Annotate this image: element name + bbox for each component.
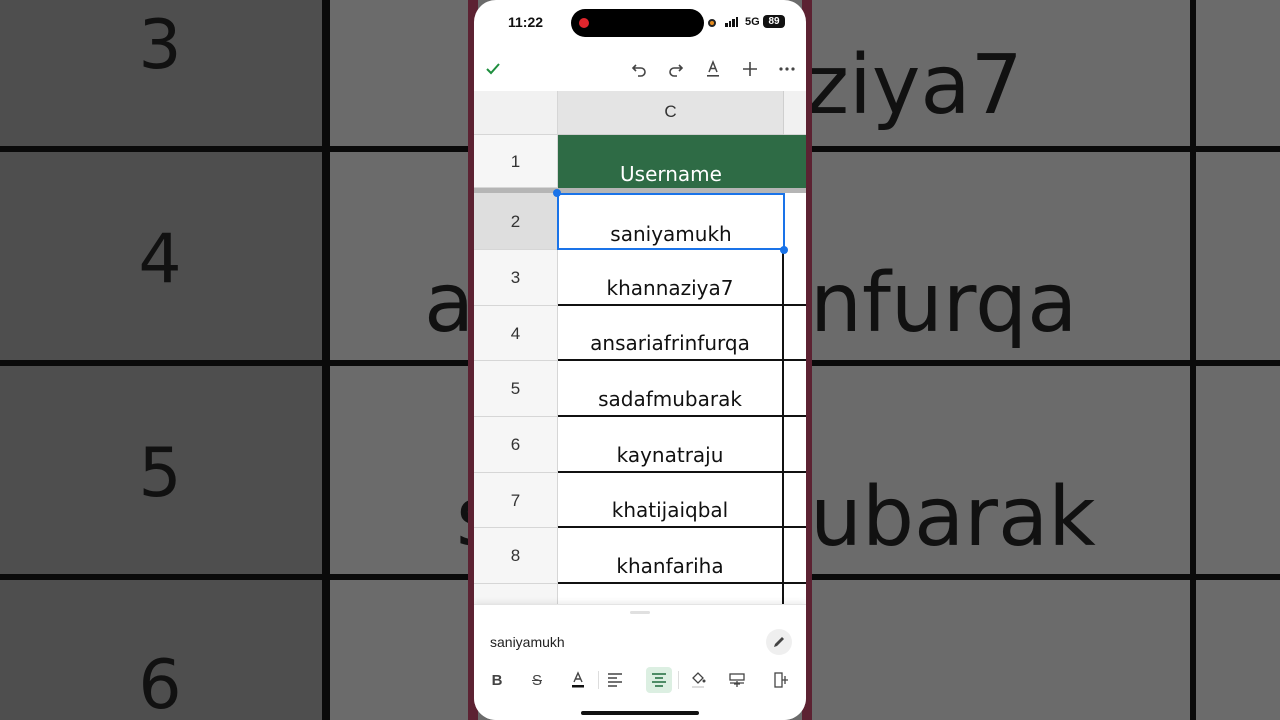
phone-screen: 11:22 5G 89 C 1 Username 2 saniyamukh 3 … (474, 0, 806, 720)
selection-handle[interactable] (780, 246, 788, 254)
column-header-c[interactable]: C (558, 91, 784, 135)
add-icon[interactable] (737, 56, 763, 82)
selected-cell-outline (557, 193, 785, 250)
table-cell[interactable]: sadafmubarak (558, 361, 784, 417)
row-header-5[interactable]: 5 (474, 361, 558, 417)
text-format-icon[interactable] (700, 56, 726, 82)
table-cell-next[interactable] (784, 417, 806, 473)
bg-row-number: 3 (138, 6, 182, 85)
bg-text-fragment: a (424, 256, 475, 351)
format-divider (678, 671, 679, 689)
format-toolbar: B S (474, 667, 806, 695)
insert-row-icon[interactable] (724, 667, 750, 693)
table-cell[interactable]: khatijaiqbal (558, 473, 784, 528)
fill-color-icon[interactable] (685, 667, 711, 693)
row-header-6[interactable]: 6 (474, 417, 558, 473)
table-cell[interactable]: ansariafrinfurqa (558, 306, 784, 361)
row-header-1[interactable]: 1 (474, 135, 558, 188)
format-divider (598, 671, 599, 689)
cell-value: khatijaiqbal (611, 498, 729, 522)
table-cell-next[interactable] (784, 473, 806, 528)
bg-row-number: 4 (138, 220, 182, 299)
table-cell[interactable] (558, 584, 784, 605)
strikethrough-icon[interactable]: S (524, 667, 550, 693)
bg-row-number: 5 (138, 434, 182, 513)
bold-icon[interactable]: B (484, 667, 510, 693)
table-cell-next[interactable] (784, 193, 806, 250)
header-cell-username[interactable]: Username (558, 135, 806, 188)
cell-value: ansariafrinfurqa (590, 331, 750, 355)
more-options-icon[interactable] (774, 56, 800, 82)
home-indicator[interactable] (581, 711, 699, 715)
select-all-corner[interactable] (474, 91, 558, 135)
cell-value: kaynatraju (616, 443, 724, 467)
signal-icon (725, 17, 738, 27)
column-header-next[interactable] (784, 91, 806, 135)
table-cell[interactable]: kaynatraju (558, 417, 784, 473)
bg-text-fragment: ziya7 (806, 38, 1023, 133)
camera-indicator-icon (708, 19, 716, 27)
edit-pencil-icon[interactable] (766, 629, 792, 655)
table-cell[interactable]: khanfariha (558, 528, 784, 584)
dynamic-island (571, 9, 704, 37)
redo-icon[interactable] (663, 56, 689, 82)
table-cell-next[interactable] (784, 250, 806, 306)
bg-text-fragment: nfurqa (810, 256, 1078, 351)
status-bar: 11:22 5G 89 (474, 0, 806, 46)
row-header-9[interactable] (474, 584, 558, 605)
insert-column-icon[interactable] (768, 667, 794, 693)
bg-text-fragment: ubarak (810, 470, 1096, 565)
sheet-grabber[interactable] (630, 611, 650, 614)
table-cell[interactable]: khannaziya7 (558, 250, 784, 306)
row-header-8[interactable]: 8 (474, 528, 558, 584)
text-color-icon[interactable] (565, 667, 591, 693)
done-check-icon[interactable] (480, 56, 506, 82)
cell-editor-sheet: saniyamukh B S (474, 604, 806, 720)
table-cell-next[interactable] (784, 528, 806, 584)
status-time: 11:22 (508, 14, 544, 30)
network-label: 5G (745, 16, 760, 28)
formula-value[interactable]: saniyamukh (490, 634, 565, 650)
undo-icon[interactable] (626, 56, 652, 82)
cell-value: sadafmubarak (598, 387, 742, 411)
bg-row-number: 6 (138, 646, 182, 720)
sheets-toolbar (474, 50, 806, 88)
header-cell-label: Username (620, 162, 722, 186)
table-cell-next[interactable] (784, 306, 806, 361)
row-header-2[interactable]: 2 (474, 193, 558, 250)
cell-value: khanfariha (616, 554, 724, 578)
align-center-icon[interactable] (646, 667, 672, 693)
selection-handle[interactable] (553, 189, 561, 197)
row-header-4[interactable]: 4 (474, 306, 558, 361)
row-header-3[interactable]: 3 (474, 250, 558, 306)
cell-value: khannaziya7 (606, 276, 734, 300)
table-cell-next[interactable] (784, 361, 806, 417)
battery-icon: 89 (763, 15, 785, 28)
screen: 3 4 5 6 ziya7 a nfurqa s ubarak 11:22 5G… (0, 0, 1280, 720)
spreadsheet-grid: C 1 Username 2 saniyamukh 3 khannaziya7 … (474, 91, 806, 605)
row-header-7[interactable]: 7 (474, 473, 558, 528)
align-left-icon[interactable] (602, 667, 628, 693)
recording-icon (579, 18, 589, 28)
